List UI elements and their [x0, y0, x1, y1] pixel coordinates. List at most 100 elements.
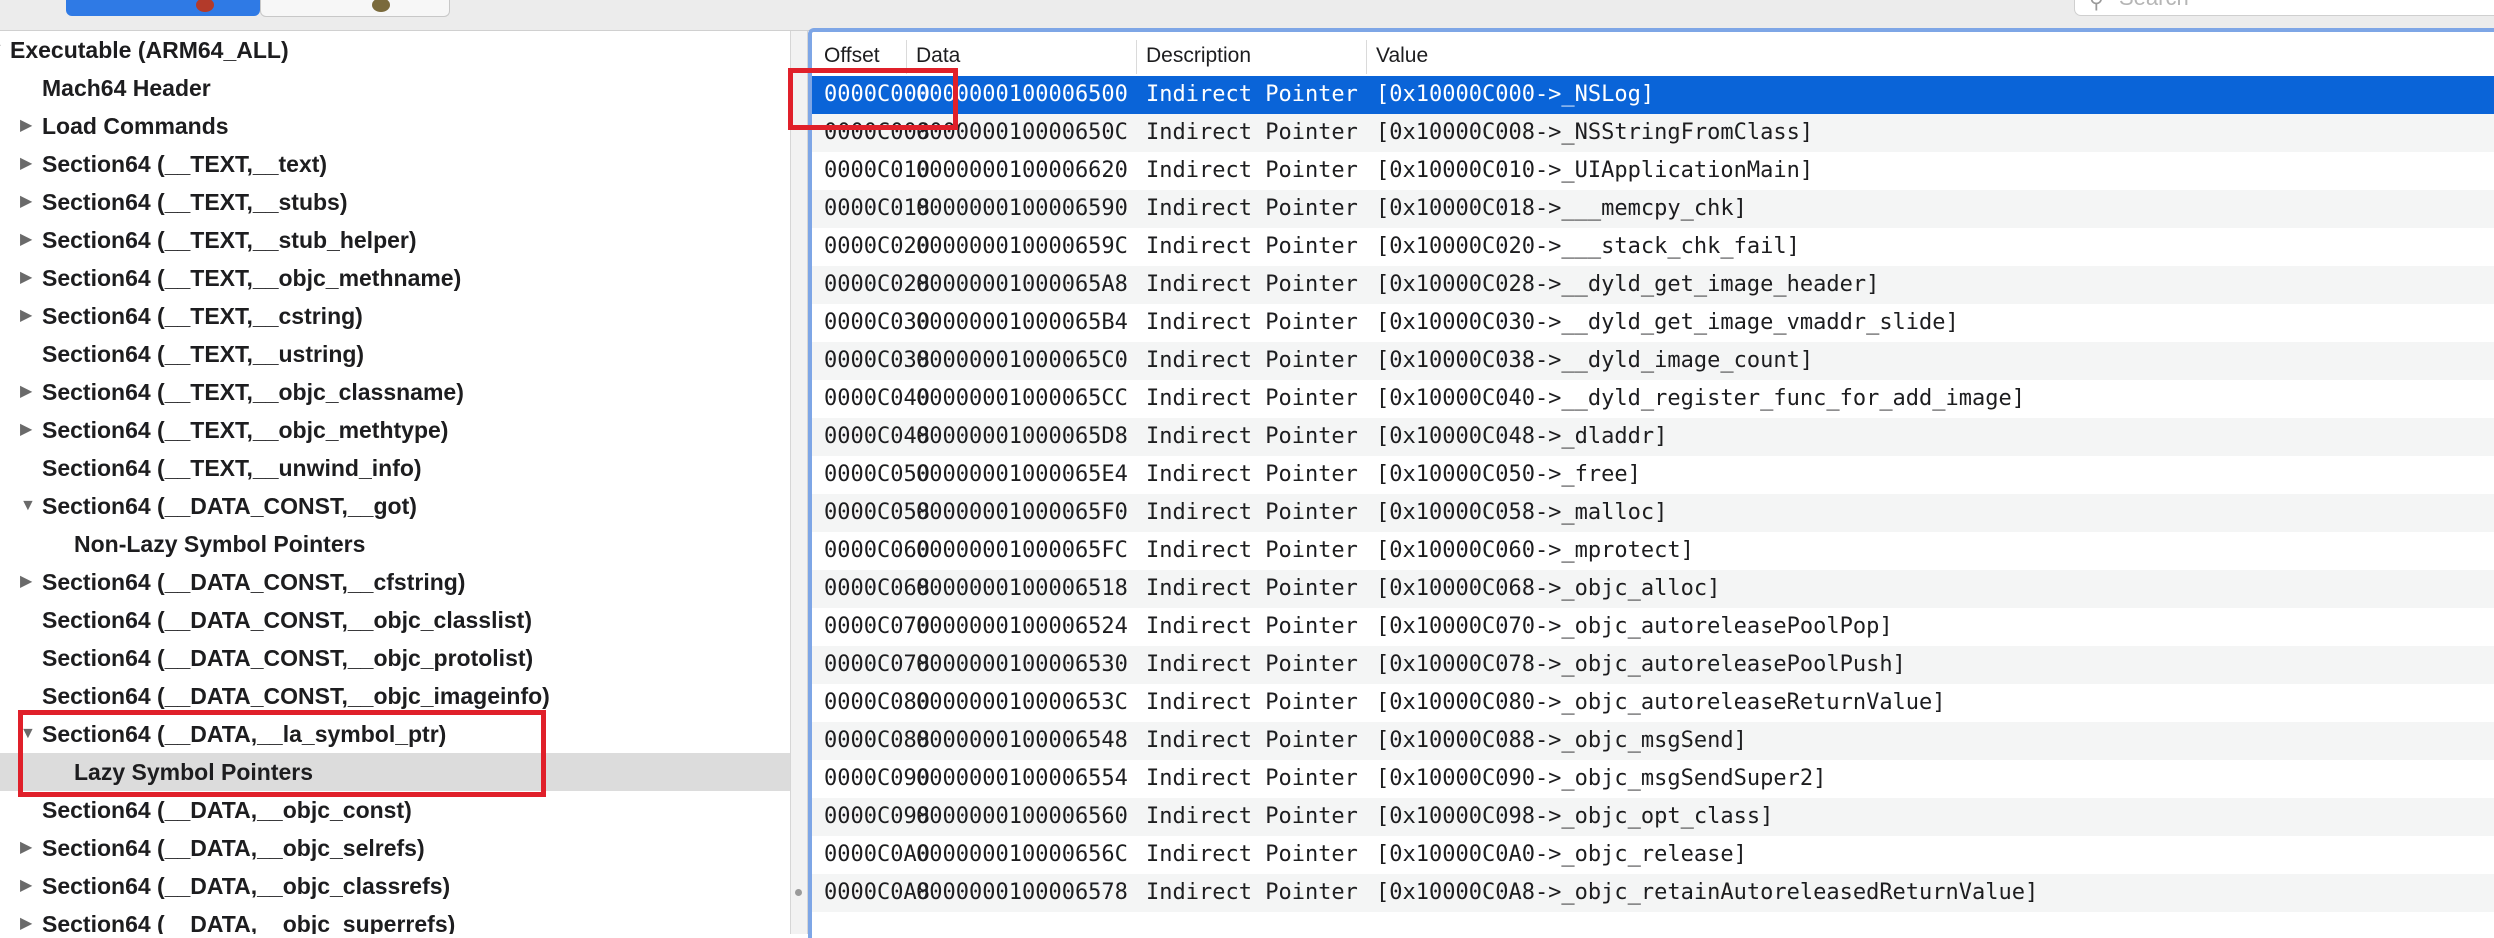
cell-value: [0x10000C0A8->_objc_retainAutoreleasedRe… — [1376, 880, 2039, 905]
tree-item[interactable]: Section64 (__DATA_CONST,__objc_protolist… — [0, 639, 790, 677]
table-row[interactable]: 0000C020 000000010000659C Indirect Pointer… — [812, 228, 2494, 266]
disclosure-expanded-icon[interactable]: ▼ — [0, 31, 4, 69]
cell-data: 00000001000065E4 — [916, 462, 1128, 487]
tree-item[interactable]: Mach64 Header — [0, 69, 790, 107]
cell-description: Indirect Pointer — [1146, 804, 1358, 829]
disclosure-collapsed-icon[interactable]: ▶ — [20, 183, 32, 221]
disclosure-collapsed-icon[interactable]: ▶ — [20, 867, 32, 905]
tree-item[interactable]: ▼Executable (ARM64_ALL) — [0, 31, 790, 69]
cell-offset: 0000C0A8 — [824, 880, 930, 905]
cell-data: 00000001000065CC — [916, 386, 1128, 411]
cell-description: Indirect Pointer — [1146, 880, 1358, 905]
tree-item-label: Section64 (__DATA_CONST,__objc_classlist… — [42, 607, 532, 633]
table-row[interactable]: 0000C080 000000010000653C Indirect Pointer… — [812, 684, 2494, 722]
tree-item[interactable]: ▶ Section64 (__DATA,__objc_superrefs) — [0, 905, 790, 934]
cell-value: [0x10000C048->_dladdr] — [1376, 424, 1668, 449]
table-row[interactable]: 0000C0A0 000000010000656C Indirect Pointer… — [812, 836, 2494, 874]
cell-description: Indirect Pointer — [1146, 614, 1358, 639]
table-row[interactable]: 0000C0A8 0000000100006578 Indirect Pointer… — [812, 874, 2494, 912]
splitter-handle-icon[interactable] — [795, 889, 802, 896]
table-row[interactable]: 0000C008 000000010000650C Indirect Pointer… — [812, 114, 2494, 152]
tree-item[interactable]: ▶ Section64 (__TEXT,__objc_methname) — [0, 259, 790, 297]
table-row[interactable]: 0000C040 00000001000065CC Indirect Pointer… — [812, 380, 2494, 418]
tree-item[interactable]: ▶ Section64 (__DATA_CONST,__cfstring) — [0, 563, 790, 601]
cell-value: [0x10000C078->_objc_autoreleasePoolPush] — [1376, 652, 1906, 677]
cell-data: 0000000100006578 — [916, 880, 1128, 905]
disclosure-collapsed-icon[interactable]: ▶ — [20, 829, 32, 867]
disclosure-collapsed-icon[interactable]: ▶ — [20, 411, 32, 449]
cell-offset: 0000C050 — [824, 462, 930, 487]
cell-description: Indirect Pointer — [1146, 234, 1358, 259]
table-row[interactable]: 0000C068 0000000100006518 Indirect Pointer… — [812, 570, 2494, 608]
table-row[interactable]: 0000C070 0000000100006524 Indirect Pointer… — [812, 608, 2494, 646]
cell-offset: 0000C080 — [824, 690, 930, 715]
column-header-description[interactable]: Description — [1146, 44, 1251, 68]
disclosure-collapsed-icon[interactable]: ▶ — [20, 259, 32, 297]
table-row[interactable]: 0000C090 0000000100006554 Indirect Pointer… — [812, 760, 2494, 798]
tree-item[interactable]: Non-Lazy Symbol Pointers — [0, 525, 790, 563]
tree-item[interactable]: ▶ Load Commands — [0, 107, 790, 145]
disclosure-collapsed-icon[interactable]: ▶ — [20, 221, 32, 259]
tree-item[interactable]: Section64 (__DATA_CONST,__objc_classlist… — [0, 601, 790, 639]
disclosure-collapsed-icon[interactable]: ▶ — [20, 373, 32, 411]
tree-item[interactable]: ▼ Section64 (__DATA_CONST,__got) — [0, 487, 790, 525]
table-row[interactable]: 0000C058 00000001000065F0 Indirect Pointer… — [812, 494, 2494, 532]
column-header-offset[interactable]: Offset — [824, 44, 880, 68]
table-row[interactable]: 0000C050 00000001000065E4 Indirect Pointer… — [812, 456, 2494, 494]
cell-offset: 0000C038 — [824, 348, 930, 373]
disclosure-collapsed-icon[interactable]: ▶ — [20, 297, 32, 335]
table-row[interactable]: 0000C038 00000001000065C0 Indirect Pointer… — [812, 342, 2494, 380]
table-row[interactable]: 0000C098 0000000100006560 Indirect Pointer… — [812, 798, 2494, 836]
column-header-data[interactable]: Data — [916, 44, 960, 68]
cell-value: [0x10000C030->__dyld_get_image_vmaddr_sl… — [1376, 310, 1959, 335]
cell-offset: 0000C058 — [824, 500, 930, 525]
cell-description: Indirect Pointer — [1146, 766, 1358, 791]
disclosure-collapsed-icon[interactable]: ▶ — [20, 563, 32, 601]
tree-item[interactable]: ▶ Section64 (__TEXT,__objc_classname) — [0, 373, 790, 411]
cell-value: [0x10000C000->_NSLog] — [1376, 82, 1655, 107]
disclosure-collapsed-icon[interactable]: ▶ — [20, 905, 32, 934]
tree-item[interactable]: ▶ Section64 (__DATA,__objc_selrefs) — [0, 829, 790, 867]
pane-splitter[interactable] — [790, 31, 808, 934]
cell-data: 0000000100006524 — [916, 614, 1128, 639]
table-row[interactable]: 0000C060 00000001000065FC Indirect Pointer… — [812, 532, 2494, 570]
column-header-value[interactable]: Value — [1376, 44, 1428, 68]
table-row[interactable]: 0000C018 0000000100006590 Indirect Pointer… — [812, 190, 2494, 228]
table-row[interactable]: 0000C010 0000000100006620 Indirect Pointer… — [812, 152, 2494, 190]
annotation-box-offset — [788, 68, 958, 130]
cell-value: [0x10000C098->_objc_opt_class] — [1376, 804, 1774, 829]
cell-value: [0x10000C080->_objc_autoreleaseReturnVal… — [1376, 690, 1946, 715]
cell-data: 000000010000653C — [916, 690, 1128, 715]
disclosure-collapsed-icon[interactable]: ▶ — [20, 107, 32, 145]
tree-item-label: Section64 (__TEXT,__objc_methtype) — [42, 417, 449, 443]
tree-item[interactable]: Section64 (__TEXT,__unwind_info) — [0, 449, 790, 487]
tree-item[interactable]: ▶ Section64 (__DATA,__objc_classrefs) — [0, 867, 790, 905]
disclosure-expanded-icon[interactable]: ▼ — [20, 487, 36, 525]
cell-offset: 0000C060 — [824, 538, 930, 563]
tree-item-label: Mach64 Header — [42, 75, 211, 101]
disclosure-collapsed-icon[interactable]: ▶ — [20, 145, 32, 183]
cell-data: 00000001000065FC — [916, 538, 1128, 563]
tree-item[interactable]: ▶ Section64 (__TEXT,__text) — [0, 145, 790, 183]
tree-item[interactable]: ▶ Section64 (__TEXT,__stubs) — [0, 183, 790, 221]
view-segment-left[interactable] — [66, 0, 260, 16]
table-row[interactable]: 0000C078 0000000100006530 Indirect Pointer… — [812, 646, 2494, 684]
table-row[interactable]: 0000C030 00000001000065B4 Indirect Pointer… — [812, 304, 2494, 342]
tree-item[interactable]: ▶ Section64 (__TEXT,__stub_helper) — [0, 221, 790, 259]
tree-item[interactable]: ▶ Section64 (__TEXT,__objc_methtype) — [0, 411, 790, 449]
tree-item[interactable]: Section64 (__TEXT,__ustring) — [0, 335, 790, 373]
tree-item-label: Section64 (__DATA,__objc_selrefs) — [42, 835, 425, 861]
tree-item[interactable]: ▶ Section64 (__TEXT,__cstring) — [0, 297, 790, 335]
cell-description: Indirect Pointer — [1146, 500, 1358, 525]
view-segment-right[interactable] — [260, 0, 450, 17]
table-row[interactable]: 0000C088 0000000100006548 Indirect Pointer… — [812, 722, 2494, 760]
search-field[interactable]: ⚲ Search — [2074, 0, 2494, 16]
table-row[interactable]: 0000C048 00000001000065D8 Indirect Pointer… — [812, 418, 2494, 456]
table-row[interactable]: 0000C028 00000001000065A8 Indirect Pointer… — [812, 266, 2494, 304]
column-divider — [1136, 40, 1137, 74]
table-row[interactable]: 0000C000 0000000100006500 Indirect Pointer… — [812, 76, 2494, 114]
search-placeholder: Search — [2119, 0, 2189, 11]
cell-data: 000000010000659C — [916, 234, 1128, 259]
cell-value: [0x10000C018->___memcpy_chk] — [1376, 196, 1747, 221]
cell-description: Indirect Pointer — [1146, 728, 1358, 753]
